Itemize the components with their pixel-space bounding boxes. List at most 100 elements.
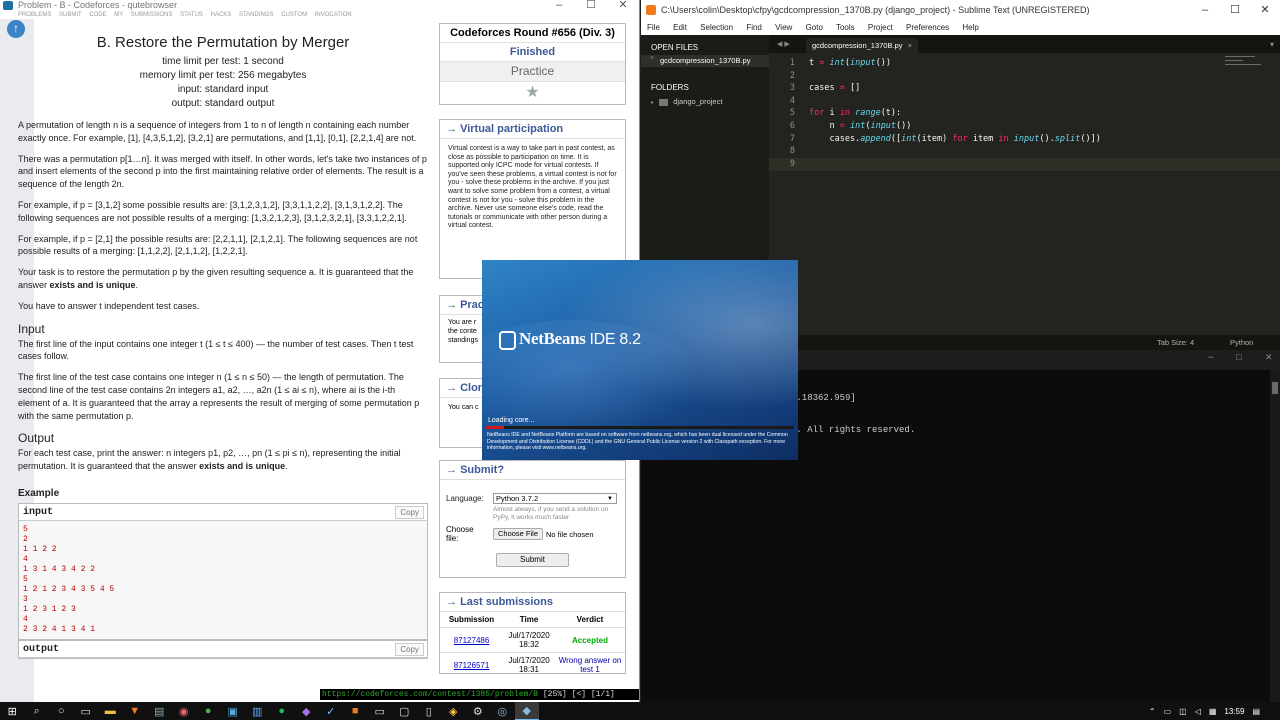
chrome-icon[interactable]: ● <box>196 702 221 720</box>
line-number: 5 <box>789 108 795 119</box>
clock[interactable]: 13:59 <box>1224 707 1244 716</box>
nav-my-submissions[interactable]: MY SUBMISSIONS <box>114 12 172 18</box>
problem-nav: PROBLEMS SUBMIT CODE MY SUBMISSIONS STAT… <box>0 11 639 19</box>
nav-hacks[interactable]: HACKS <box>211 12 232 18</box>
star-icon[interactable]: ★ <box>440 82 625 104</box>
app-icon[interactable]: ◈ <box>441 702 466 720</box>
minimize-button[interactable]: – <box>1190 0 1220 20</box>
example-input-line: 4 <box>23 614 28 624</box>
tray-up-icon[interactable]: ⌃ <box>1149 707 1156 716</box>
app-icon[interactable]: ▤ <box>147 702 172 720</box>
menu-tools[interactable]: Tools <box>836 23 855 32</box>
terminal-line: n. All rights reserved. <box>791 424 916 435</box>
folder-item[interactable]: ▸ django_project <box>651 97 722 106</box>
memory-limit: memory limit per test: 256 megabytes <box>139 70 307 81</box>
app-icon[interactable]: ▣ <box>221 702 246 720</box>
app-icon[interactable]: ▢ <box>392 702 417 720</box>
tab-nav-arrows-icon[interactable]: ◀ ▶ <box>777 40 790 48</box>
tab-dropdown-icon[interactable]: ▾ <box>1270 40 1274 49</box>
open-file-item[interactable]: × gcdcompression_1370B.py <box>641 55 769 67</box>
browser-title: Problem - B - Codeforces - qutebrowser <box>18 0 178 10</box>
language-hint: Almost always, if you send a solution on… <box>493 506 609 521</box>
battery-icon[interactable]: ▭ <box>1164 707 1172 716</box>
submissions-table: Submission Time Verdict 87127486 Jul/17/… <box>440 611 625 677</box>
app-icon[interactable]: ◉ <box>172 702 197 720</box>
tab-size[interactable]: Tab Size: 4 <box>1157 335 1194 350</box>
maximize-button[interactable]: ☐ <box>575 0 607 11</box>
menu-edit[interactable]: Edit <box>673 23 687 32</box>
minimize-button[interactable]: – <box>543 0 575 11</box>
menu-preferences[interactable]: Preferences <box>906 23 949 32</box>
search-icon[interactable]: ⌕ <box>25 702 50 720</box>
close-button[interactable]: ✕ <box>1250 0 1280 20</box>
close-icon[interactable]: × <box>908 38 912 53</box>
network-icon[interactable]: ◫ <box>1179 707 1187 716</box>
nav-status[interactable]: STATUS <box>180 12 203 18</box>
output-heading: Output <box>18 431 55 446</box>
volume-icon[interactable]: ◁ <box>1195 707 1201 716</box>
menu-selection[interactable]: Selection <box>700 23 733 32</box>
nav-submit[interactable]: SUBMIT CODE <box>59 12 107 18</box>
app-icon[interactable]: ✓ <box>319 702 344 720</box>
nav-custom-invocation[interactable]: CUSTOM INVOCATION <box>281 12 351 18</box>
app-icon[interactable]: ⚙ <box>466 702 491 720</box>
syntax-mode[interactable]: Python <box>1230 335 1253 350</box>
maximize-button[interactable]: ☐ <box>1220 0 1250 20</box>
copy-output-button[interactable]: Copy <box>395 642 424 656</box>
netbeans-logo: NetBeans IDE 8.2 <box>499 329 641 350</box>
round-title[interactable]: Codeforces Round #656 (Div. 3) <box>440 24 625 43</box>
menu-view[interactable]: View <box>775 23 792 32</box>
submit-button[interactable]: Submit <box>496 553 569 567</box>
task-view-icon[interactable]: ▭ <box>74 702 99 720</box>
file-explorer-icon[interactable]: ▬ <box>98 702 123 720</box>
close-button[interactable]: ✕ <box>1265 353 1272 364</box>
app-icon[interactable]: ▯ <box>417 702 442 720</box>
menu-goto[interactable]: Goto <box>806 23 823 32</box>
submission-link[interactable]: 87127486 <box>454 636 490 645</box>
app-icon[interactable]: ▼ <box>123 702 148 720</box>
terminal-output[interactable]: 0.18362.959] n. All rights reserved. <box>791 372 915 457</box>
example-input-box: input Copy 521 1 2 241 3 1 4 3 4 2 251 2… <box>18 502 428 640</box>
menu-project[interactable]: Project <box>868 23 893 32</box>
notification-icon[interactable]: ▤ <box>1252 707 1260 716</box>
editor-tab[interactable]: gcdcompression_1370B.py × <box>806 38 918 53</box>
choose-file-button[interactable]: Choose File <box>493 528 544 540</box>
cortana-icon[interactable]: ○ <box>49 702 74 720</box>
menu-file[interactable]: File <box>647 23 660 32</box>
maximize-button[interactable]: ☐ <box>1235 353 1242 364</box>
app-icon[interactable]: ▥ <box>245 702 270 720</box>
visual-studio-icon[interactable]: ◆ <box>294 702 319 720</box>
vp-title: → Virtual participation <box>440 120 625 139</box>
minimap[interactable] <box>1225 55 1265 67</box>
qutebrowser-taskbar-icon[interactable]: ◎ <box>490 702 515 720</box>
menu-find[interactable]: Find <box>746 23 762 32</box>
menu-help[interactable]: Help <box>962 23 978 32</box>
nav-problems[interactable]: PROBLEMS <box>18 12 51 18</box>
submission-link[interactable]: 87126571 <box>454 661 490 670</box>
input-heading: Input <box>18 321 45 336</box>
windows-start-icon[interactable]: ⊞ <box>0 702 25 720</box>
example-input-label: input <box>19 503 427 521</box>
close-icon[interactable]: × <box>650 55 654 62</box>
language-select[interactable]: Python 3.7.2 ▼ <box>493 493 617 504</box>
copy-input-button[interactable]: Copy <box>395 505 424 519</box>
example-output-label: output <box>19 640 427 658</box>
netbeans-taskbar-icon[interactable]: ◆ <box>514 702 539 720</box>
minimize-button[interactable]: – <box>1207 353 1214 364</box>
line-number: 4 <box>789 95 795 106</box>
terminal-icon[interactable]: ▭ <box>368 702 393 720</box>
code-editor[interactable]: t = int(input()) cases = [] for i in ran… <box>809 53 1229 335</box>
keyboard-icon[interactable]: ▦ <box>1209 707 1217 716</box>
spotify-icon[interactable]: ● <box>270 702 295 720</box>
sublime-taskbar-icon[interactable]: ■ <box>343 702 368 720</box>
nav-standings[interactable]: STANDINGS <box>239 12 274 18</box>
submission-verdict: Wrong answer on test 1 <box>555 652 625 677</box>
line-number: 1 <box>789 58 795 68</box>
sublime-window-controls: – ☐ ✕ <box>1190 0 1280 20</box>
qutebrowser-icon <box>3 1 13 10</box>
submission-time: Jul/17/2020 18:32 <box>503 627 555 653</box>
terminal-scrollbar[interactable] <box>1270 370 1280 702</box>
close-button[interactable]: ✕ <box>607 0 639 11</box>
